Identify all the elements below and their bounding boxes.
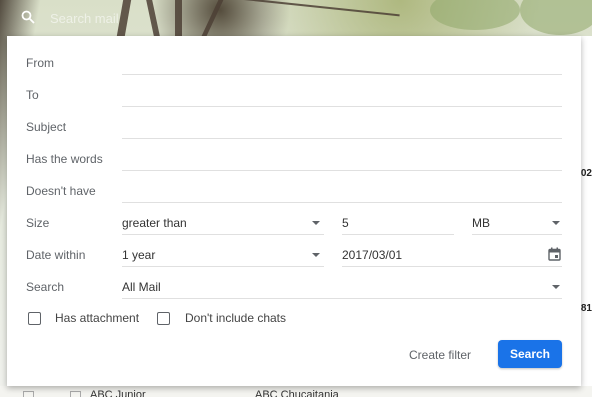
advanced-search-dialog: From To Subject Has the words Doesn't ha…	[7, 36, 581, 386]
size-comparator-value: greater than	[122, 216, 187, 230]
doesnt-have-field[interactable]	[122, 180, 562, 202]
to-field[interactable]	[122, 84, 562, 106]
size-amount-underline	[342, 234, 454, 235]
subject-label: Subject	[26, 120, 67, 134]
size-amount-value: 5	[342, 216, 349, 230]
chevron-down-icon	[312, 253, 320, 257]
size-comparator-underline	[122, 234, 324, 235]
doesnt-have-label: Doesn't have	[26, 184, 96, 198]
has-words-underline	[122, 170, 562, 171]
row-sender: ABC Junior	[90, 389, 146, 397]
date-field[interactable]: 2017/03/01	[342, 244, 562, 266]
search-bar[interactable]: Search mail	[0, 0, 592, 36]
chevron-down-icon	[552, 285, 560, 289]
chevron-down-icon	[312, 221, 320, 225]
has-words-row: Has the words	[7, 148, 581, 171]
has-words-field[interactable]	[122, 148, 562, 170]
date-range-value: 1 year	[122, 248, 156, 262]
size-unit-select[interactable]: MB	[472, 212, 562, 234]
table-row[interactable]: ABC Junior ABC Chucaitania	[0, 386, 592, 397]
has-attachment-checkbox[interactable]	[28, 312, 41, 325]
search-scope-row: Search All Mail	[7, 276, 581, 299]
doesnt-have-row: Doesn't have	[7, 180, 581, 203]
from-underline	[122, 74, 562, 75]
size-unit-value: MB	[472, 216, 490, 230]
dont-include-chats-label[interactable]: Don't include chats	[185, 311, 286, 325]
size-row: Size greater than 5 MB	[7, 212, 581, 235]
checkbox-row: Has attachment Don't include chats	[7, 310, 581, 330]
subject-underline	[122, 138, 562, 139]
size-comparator-select[interactable]: greater than	[122, 212, 324, 234]
date-underline	[342, 266, 562, 267]
date-within-label: Date within	[26, 248, 86, 262]
to-row: To	[7, 84, 581, 107]
to-label: To	[26, 88, 39, 102]
search-scope-value: All Mail	[122, 280, 161, 294]
subject-row: Subject	[7, 116, 581, 139]
date-within-row: Date within 1 year 2017/03/01	[7, 244, 581, 267]
search-scope-select[interactable]: All Mail	[122, 276, 562, 298]
size-label: Size	[26, 216, 50, 230]
from-field[interactable]	[122, 52, 562, 74]
chevron-down-icon	[552, 221, 560, 225]
row-subject: ABC Chucaitania	[255, 389, 339, 397]
list-item-fragment: 02	[580, 168, 592, 179]
size-unit-underline	[472, 234, 562, 235]
star-icon[interactable]	[70, 391, 81, 397]
size-amount-field[interactable]: 5	[342, 212, 454, 234]
list-item-fragment: 81	[580, 303, 592, 314]
search-scope-underline	[122, 298, 562, 299]
search-scope-label: Search	[26, 280, 65, 294]
date-range-underline	[122, 266, 324, 267]
doesnt-have-underline	[122, 202, 562, 203]
to-underline	[122, 106, 562, 107]
search-input[interactable]: Search mail	[50, 11, 119, 26]
subject-field[interactable]	[122, 116, 562, 138]
date-value: 2017/03/01	[342, 248, 403, 262]
create-filter-button[interactable]: Create filter	[409, 341, 471, 369]
from-label: From	[26, 56, 54, 70]
row-checkbox[interactable]	[23, 391, 34, 397]
calendar-icon[interactable]	[548, 247, 561, 261]
has-words-label: Has the words	[26, 152, 103, 166]
dont-include-chats-checkbox[interactable]	[157, 312, 170, 325]
search-icon[interactable]	[21, 10, 35, 24]
date-range-select[interactable]: 1 year	[122, 244, 324, 266]
from-row: From	[7, 52, 581, 75]
has-attachment-label[interactable]: Has attachment	[55, 311, 139, 325]
search-button[interactable]: Search	[498, 340, 562, 368]
